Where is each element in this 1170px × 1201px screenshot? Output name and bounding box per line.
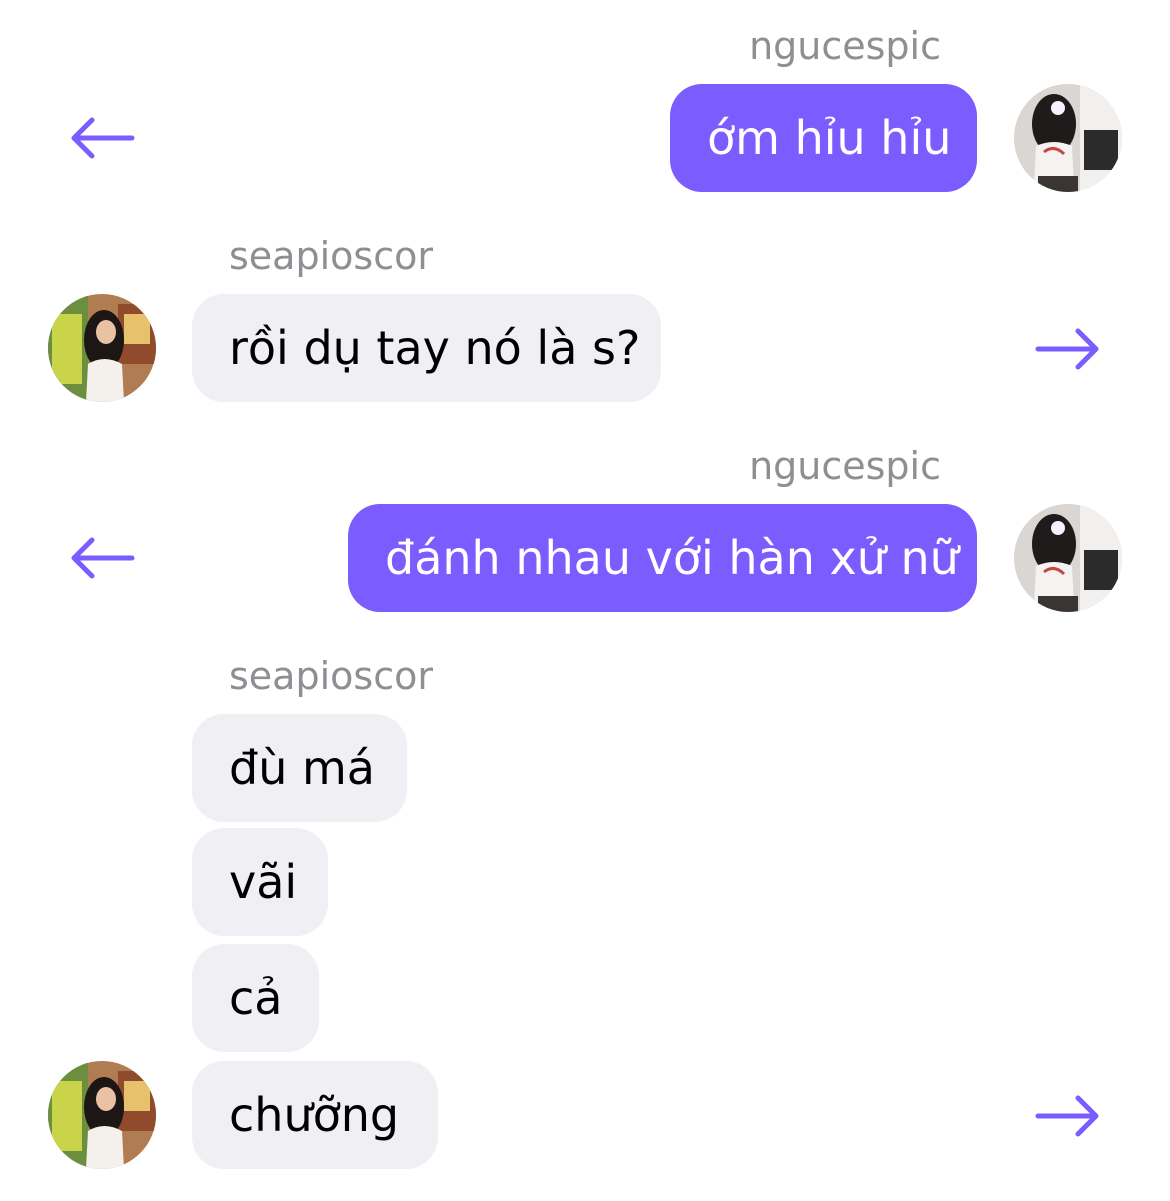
- sender-name: seapioscor: [229, 234, 433, 278]
- message-bubble[interactable]: vãi: [192, 828, 328, 936]
- sender-name: ngucespic: [749, 24, 941, 68]
- arrow-left-icon[interactable]: [68, 536, 136, 580]
- avatar[interactable]: [48, 1061, 156, 1169]
- avatar[interactable]: [48, 294, 156, 402]
- message-bubble[interactable]: ớm hỉu hỉu: [670, 84, 977, 192]
- avatar[interactable]: [1014, 504, 1122, 612]
- avatar[interactable]: [1014, 84, 1122, 192]
- arrow-right-icon[interactable]: [1034, 1094, 1102, 1138]
- message-bubble[interactable]: cả: [192, 944, 319, 1052]
- message-bubble[interactable]: đù má: [192, 714, 407, 822]
- arrow-right-icon[interactable]: [1034, 327, 1102, 371]
- message-bubble[interactable]: đánh nhau với hàn xử nữ: [348, 504, 977, 612]
- arrow-left-icon[interactable]: [68, 116, 136, 160]
- sender-name: ngucespic: [749, 444, 941, 488]
- sender-name: seapioscor: [229, 654, 433, 698]
- message-bubble[interactable]: chưỡng: [192, 1061, 438, 1169]
- message-bubble[interactable]: rồi dụ tay nó là s?: [192, 294, 661, 402]
